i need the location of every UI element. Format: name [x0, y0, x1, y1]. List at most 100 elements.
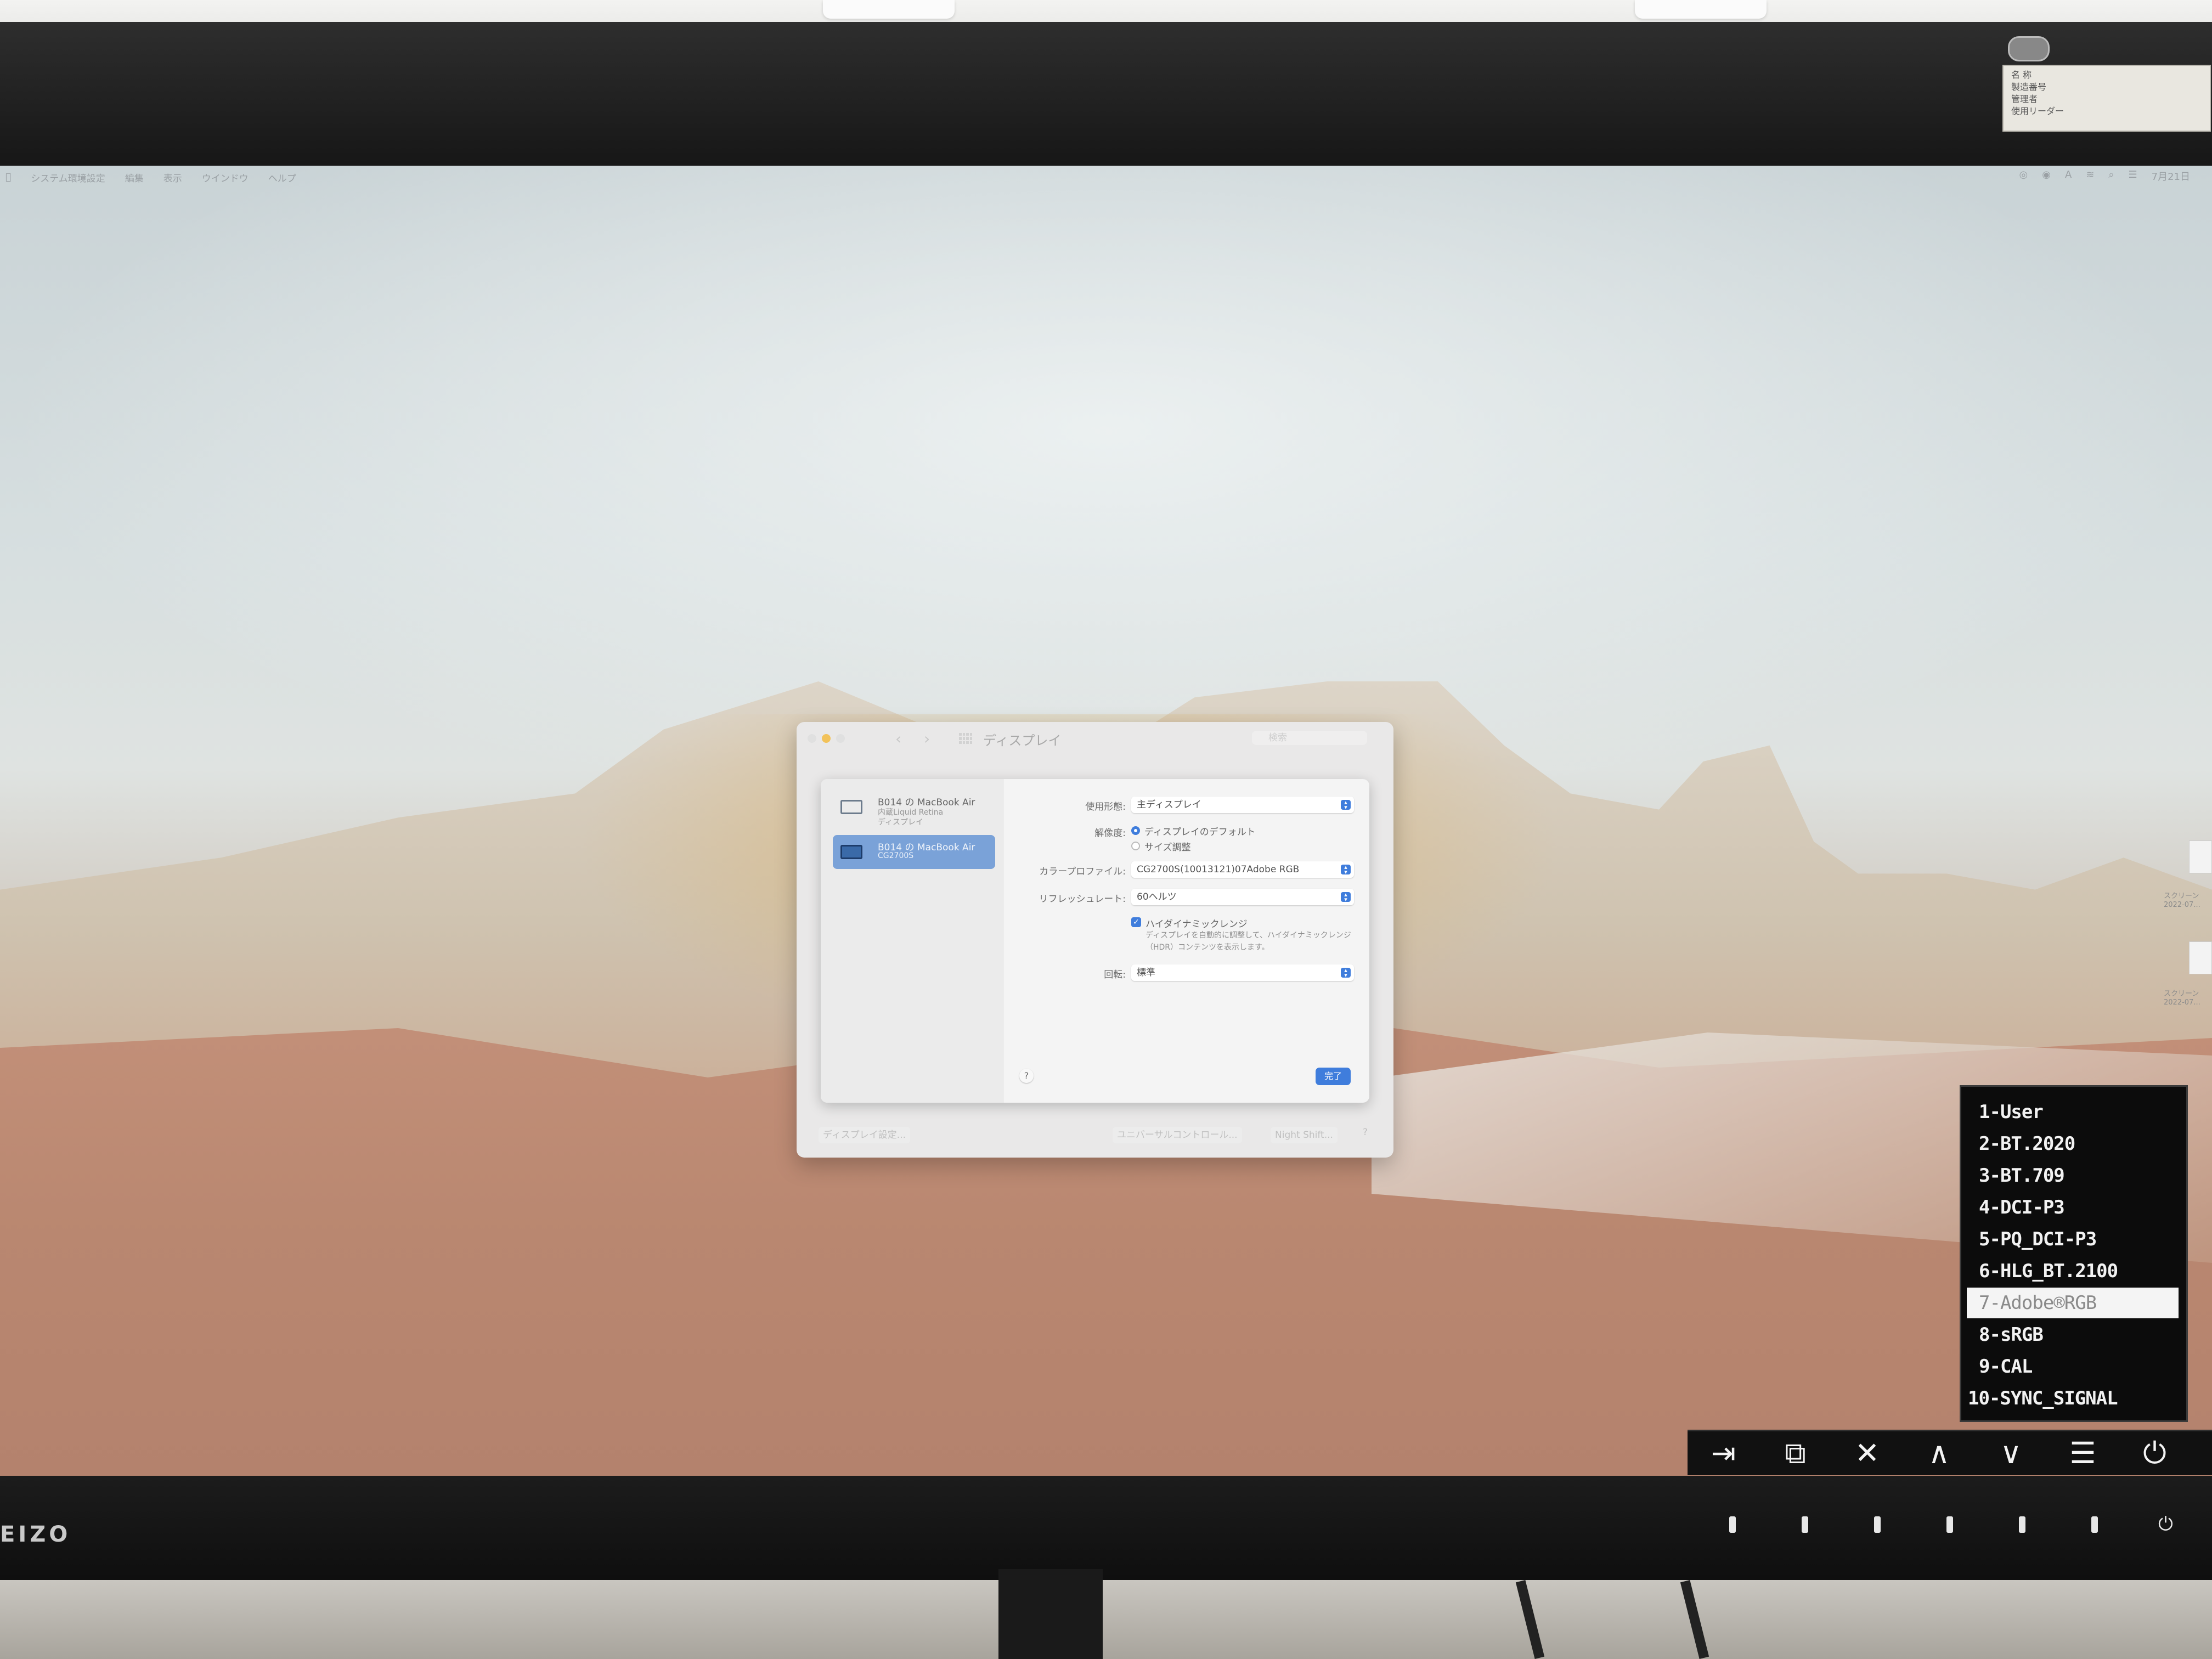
display-subtitle: ディスプレイ: [878, 818, 924, 827]
color-profile-popup[interactable]: CG2700S(10013121)07Adobe RGB ▴ ▾: [1131, 861, 1354, 878]
minimize-window-button[interactable]: [822, 734, 831, 743]
updown-chevron-icon: ▴ ▾: [1341, 864, 1351, 875]
menubar-clock[interactable]: 7月21日: [2152, 169, 2190, 183]
menubar-status: ◎ ◉ A ≋ ⌕ ☰ 7月21日: [2019, 169, 2190, 183]
monitor-bezel-top: [0, 22, 2212, 181]
use-as-popup[interactable]: 主ディスプレイ ▴ ▾: [1131, 797, 1354, 813]
forward-icon[interactable]: ›: [924, 730, 930, 748]
resolution-option-label: ディスプレイのデフォルト: [1144, 827, 1256, 838]
hardware-button[interactable]: [1729, 1516, 1736, 1533]
rotation-popup[interactable]: 標準 ▴ ▾: [1131, 964, 1354, 981]
osd-item-cal[interactable]: 9-CAL: [1967, 1351, 2179, 1382]
wifi-icon[interactable]: ≋: [2086, 169, 2094, 183]
display-list: B014 の MacBook Air 内蔵Liquid Retina ディスプレ…: [821, 779, 1003, 1103]
desktop-file-icon[interactable]: [2189, 840, 2212, 873]
power-button-icon[interactable]: ⏻: [2158, 1513, 2173, 1535]
display-item-external[interactable]: B014 の MacBook Air CG2700S: [833, 835, 995, 869]
display-preferences-window: ‹ › ディスプレイ 検索 B014 の MacBook Air 内蔵Liqui…: [797, 722, 1393, 1158]
help-button[interactable]: ?: [1019, 1069, 1034, 1083]
down-icon[interactable]: ∨: [1975, 1431, 2047, 1475]
control-center-icon[interactable]: ☰: [2129, 169, 2137, 183]
desktop-file-date: 2022-07...: [2164, 998, 2200, 1007]
search-icon[interactable]: ⌕: [2108, 169, 2114, 183]
color-profile-value: CG2700S(10013121)07Adobe RGB: [1137, 864, 1300, 875]
pip-icon[interactable]: ⧉: [1759, 1431, 1831, 1475]
refresh-rate-label: リフレッシュレート:: [1039, 894, 1126, 905]
up-icon[interactable]: ∧: [1903, 1431, 1975, 1475]
resolution-scaled-radio[interactable]: [1131, 842, 1140, 850]
apple-menu-icon[interactable]: : [5, 172, 11, 183]
asset-sticker: 名 称 製造番号 管理者 使用リーダー: [2002, 65, 2211, 132]
ceiling-light: [823, 0, 955, 19]
done-button[interactable]: 完了: [1316, 1068, 1351, 1085]
monitor-icon: [840, 845, 862, 859]
night-shift-button[interactable]: Night Shift...: [1271, 1127, 1338, 1143]
hardware-button[interactable]: [1874, 1516, 1881, 1533]
menu-item[interactable]: ヘルプ: [268, 171, 296, 184]
refresh-rate-popup[interactable]: 60ヘルツ ▴ ▾: [1131, 889, 1354, 905]
close-icon[interactable]: ✕: [1831, 1431, 1903, 1475]
hardware-button[interactable]: [1802, 1516, 1808, 1533]
close-window-button[interactable]: [808, 734, 816, 743]
status-icon[interactable]: ◉: [2042, 169, 2051, 183]
input-icon[interactable]: ⇥: [1688, 1431, 1759, 1475]
brand-logo: EIZO: [0, 1522, 71, 1547]
color-profile-label: カラープロファイル:: [1039, 866, 1126, 877]
use-as-value: 主ディスプレイ: [1137, 799, 1201, 810]
display-subtitle: 内蔵Liquid Retina: [878, 808, 944, 817]
universal-control-button[interactable]: ユニバーサルコントロール...: [1113, 1127, 1242, 1143]
osd-item-srgb[interactable]: 8-sRGB: [1967, 1319, 2179, 1350]
menu-item[interactable]: 編集: [125, 171, 144, 184]
osd-item-adobe-rgb[interactable]: 7-Adobe®RGB: [1967, 1288, 2179, 1318]
ceiling-light: [1635, 0, 1767, 19]
use-as-label: 使用形態:: [1085, 802, 1126, 812]
osd-item-pq-dci-p3[interactable]: 5-PQ_DCI-P3: [1967, 1224, 2179, 1255]
hardware-button[interactable]: [2019, 1516, 2025, 1533]
osd-item-user[interactable]: 1-User: [1967, 1097, 2179, 1127]
menu-item[interactable]: 表示: [163, 171, 182, 184]
power-icon[interactable]: ⏻: [2119, 1431, 2191, 1475]
footer-help-button[interactable]: ?: [1363, 1127, 1368, 1138]
desktop-file-icon[interactable]: [2189, 941, 2212, 974]
window-title: ディスプレイ: [983, 733, 1062, 748]
osd-item-bt709[interactable]: 3-BT.709: [1967, 1160, 2179, 1191]
hdr-checkbox[interactable]: ✓: [1131, 917, 1141, 927]
hardware-button[interactable]: [1946, 1516, 1953, 1533]
desktop-file-date: 2022-07...: [2164, 901, 2200, 909]
updown-chevron-icon: ▴ ▾: [1341, 799, 1351, 810]
display-item-builtin[interactable]: B014 の MacBook Air 内蔵Liquid Retina ディスプレ…: [833, 790, 995, 827]
display-settings-button[interactable]: ディスプレイ設定...: [819, 1127, 911, 1143]
refresh-rate-value: 60ヘルツ: [1137, 891, 1177, 902]
updown-chevron-icon: ▴ ▾: [1341, 967, 1351, 978]
updown-chevron-icon: ▴ ▾: [1341, 891, 1351, 902]
osd-item-dci-p3[interactable]: 4-DCI-P3: [1967, 1192, 2179, 1223]
desktop-file-label: スクリーン: [2164, 892, 2199, 900]
osd-item-bt2020[interactable]: 2-BT.2020: [1967, 1128, 2179, 1159]
hdr-label: ハイダイナミックレンジ: [1146, 919, 1248, 930]
rotation-label: 回転:: [1104, 969, 1126, 980]
back-icon[interactable]: ‹: [895, 730, 901, 748]
rotation-value: 標準: [1137, 967, 1155, 978]
menu-item[interactable]: ウインドウ: [202, 171, 249, 184]
osd-color-mode-menu: 1-User 2-BT.2020 3-BT.709 4-DCI-P3 5-PQ_…: [1960, 1085, 2188, 1422]
resolution-default-radio[interactable]: [1131, 826, 1140, 835]
laptop-icon: [840, 800, 862, 814]
window-titlebar: ‹ › ディスプレイ 検索: [797, 722, 1393, 752]
osd-item-hlg-bt2100[interactable]: 6-HLG_BT.2100: [1967, 1256, 2179, 1286]
status-icon[interactable]: ◎: [2019, 169, 2028, 183]
hdr-description: ディスプレイを自動的に調整して、ハイダイナミックレンジ（HDR）コンテンツを表示…: [1146, 931, 1351, 952]
resolution-label: 解像度:: [1094, 828, 1126, 839]
display-subtitle: CG2700S: [878, 851, 914, 860]
sticker-line: 使用リーダー: [2011, 106, 2064, 116]
show-all-icon[interactable]: [959, 733, 972, 744]
hardware-button[interactable]: [2091, 1516, 2098, 1533]
resolution-option-label: サイズ調整: [1144, 842, 1191, 853]
osd-item-sync-signal[interactable]: 10-SYNC_SIGNAL: [1967, 1383, 2179, 1414]
menu-item[interactable]: システム環境設定: [31, 171, 105, 184]
keyboard-icon[interactable]: A: [2065, 169, 2072, 183]
monitor-stand: [998, 1569, 1103, 1659]
zoom-window-button[interactable]: [836, 734, 845, 743]
mount-screw: [2008, 36, 2050, 61]
menu-icon[interactable]: ☰: [2047, 1431, 2119, 1475]
search-field[interactable]: 検索: [1252, 731, 1367, 745]
